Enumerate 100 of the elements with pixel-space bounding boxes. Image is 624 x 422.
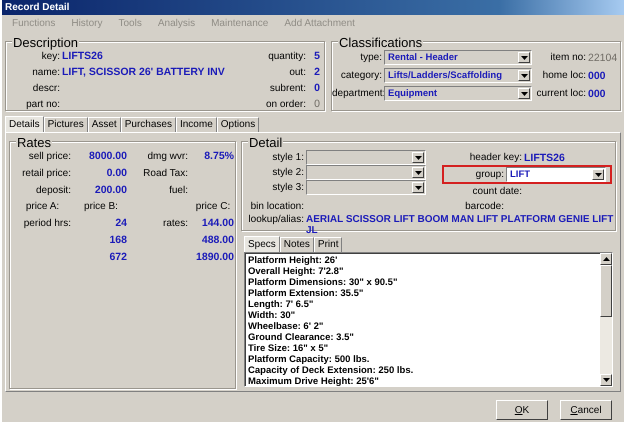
- dropdown-button[interactable]: [592, 169, 604, 180]
- tab[interactable]: Options: [216, 117, 260, 132]
- spec-line: Ground Clearance: 3.5": [248, 332, 355, 343]
- caret-icon: [520, 56, 528, 60]
- rate-value: 1890.00: [195, 251, 234, 263]
- spec-line: Capacity of Deck Extension: 250 lbs.: [248, 365, 414, 376]
- spec-line: Platform Extension: 35.5": [248, 288, 364, 299]
- field-value: 000: [588, 70, 607, 82]
- field-label: retail price:: [21, 168, 72, 178]
- field-label: out:: [288, 66, 307, 78]
- spec-line: Tire Size: 16" x 5": [248, 343, 330, 354]
- rate-value: 8000.00: [88, 150, 127, 162]
- field-label: fuel:: [168, 184, 189, 196]
- tab[interactable]: Pictures: [44, 117, 88, 132]
- field-label: group:: [474, 169, 505, 180]
- dropdown-field[interactable]: Lifts/Ladders/Scaffolding: [384, 68, 532, 83]
- field-label: current loc:: [536, 88, 587, 99]
- field-value: LIFT, SCISSOR 26' BATTERY INV: [62, 66, 226, 78]
- field-value: AERIAL SCISSOR LIFT BOOM MAN LIFT PLATFORM GENIE LIFT JL: [306, 214, 614, 236]
- dropdown-button[interactable]: [412, 167, 424, 178]
- field-label: Road Tax:: [142, 168, 189, 178]
- rate-value: 144.00: [200, 217, 234, 229]
- panel-title: Detail: [248, 136, 284, 149]
- count-value: 0: [313, 98, 320, 110]
- tab[interactable]: Specs: [244, 236, 280, 252]
- dropdown-field[interactable]: [306, 165, 426, 180]
- field-label: style 3:: [271, 182, 305, 193]
- dropdown-button[interactable]: [412, 152, 424, 163]
- spec-line: Platform Height: 26': [248, 255, 338, 266]
- field-value: LIFTS26: [62, 50, 104, 62]
- caret-icon: [520, 92, 528, 96]
- dialog-button[interactable]: OK: [496, 400, 548, 420]
- tab[interactable]: Details: [5, 116, 44, 132]
- dialog-button[interactable]: Cancel: [560, 400, 612, 420]
- panel-title: Rates: [16, 136, 52, 149]
- field-label: barcode:: [464, 201, 505, 212]
- dropdown-field[interactable]: [306, 180, 426, 195]
- field-label: rates:: [162, 218, 189, 228]
- field-label: dmg wvr:: [146, 150, 189, 162]
- caret-icon: [414, 186, 422, 190]
- field-label: quantity:: [267, 50, 307, 62]
- field-label: department:: [332, 88, 384, 99]
- field-label: sell price:: [28, 150, 72, 162]
- rate-value: 672: [108, 251, 127, 263]
- caret-icon: [414, 170, 422, 174]
- field-label: key:: [40, 50, 61, 62]
- dropdown-field[interactable]: Rental - Header: [384, 50, 532, 65]
- spec-line: Length: 7' 6.5": [248, 299, 314, 310]
- field-label: bin location:: [250, 201, 305, 212]
- dropdown-button[interactable]: [518, 70, 530, 81]
- count-value: 0: [313, 82, 320, 94]
- specs-text-area[interactable]: [244, 252, 613, 387]
- dropdown-field[interactable]: Equipment: [384, 86, 532, 101]
- spec-line: Maximum Drive Height: 25'6": [248, 376, 380, 387]
- dropdown-button[interactable]: [518, 52, 530, 63]
- column-label: price B:: [83, 201, 119, 212]
- field-label: type:: [359, 52, 383, 63]
- dropdown-button[interactable]: [518, 88, 530, 99]
- dropdown-button[interactable]: [412, 182, 424, 193]
- dropdown-field[interactable]: [306, 150, 426, 165]
- field-value: 000: [588, 88, 607, 100]
- tab[interactable]: Purchases: [120, 117, 176, 132]
- field-label: period hrs:: [22, 218, 72, 228]
- field-label: style 1:: [271, 152, 305, 163]
- field-label: deposit:: [34, 184, 72, 196]
- field-label: style 2:: [271, 167, 305, 178]
- count-value: 5: [313, 50, 320, 62]
- spec-line: Overall Height: 7'2.8": [248, 266, 344, 277]
- scrollbar[interactable]: [600, 253, 612, 386]
- field-label: descr:: [32, 82, 61, 94]
- field-label: on order:: [264, 98, 307, 110]
- rate-value: 488.00: [200, 234, 234, 246]
- rate-value: 24: [114, 217, 127, 229]
- field-label: item no:: [549, 52, 587, 63]
- dropdown-field[interactable]: LIFT: [506, 167, 606, 182]
- scroll-thumb[interactable]: [600, 265, 612, 317]
- scroll-down-icon: [602, 378, 610, 382]
- panel-title: Description: [12, 36, 80, 49]
- tab[interactable]: Notes: [280, 237, 314, 252]
- caret-icon: [594, 172, 602, 176]
- spec-line: Platform Dimensions: 30" x 90.5": [248, 277, 398, 288]
- tab[interactable]: Income: [176, 117, 217, 132]
- field-label: part no:: [25, 98, 61, 110]
- caret-icon: [414, 156, 422, 160]
- field-label: home loc:: [542, 70, 587, 81]
- rate-value: 0.00: [106, 167, 127, 179]
- tab[interactable]: Print: [314, 237, 342, 252]
- window-title: Record Detail: [2, 0, 624, 15]
- spec-line: Wheelbase: 6' 2": [248, 321, 324, 332]
- field-label: subrent:: [268, 82, 307, 94]
- scroll-up-icon: [602, 257, 610, 261]
- spec-line: Width: 30": [248, 310, 296, 321]
- tab[interactable]: Asset: [88, 117, 121, 132]
- rate-value: 168: [108, 234, 127, 246]
- field-label: category:: [340, 70, 383, 81]
- panel-title: Classifications: [338, 36, 424, 49]
- caret-icon: [520, 74, 528, 78]
- rate-value: 200.00: [94, 184, 127, 196]
- spec-line: Platform Capacity: 500 lbs.: [248, 354, 370, 365]
- field-label: header key:: [468, 152, 523, 163]
